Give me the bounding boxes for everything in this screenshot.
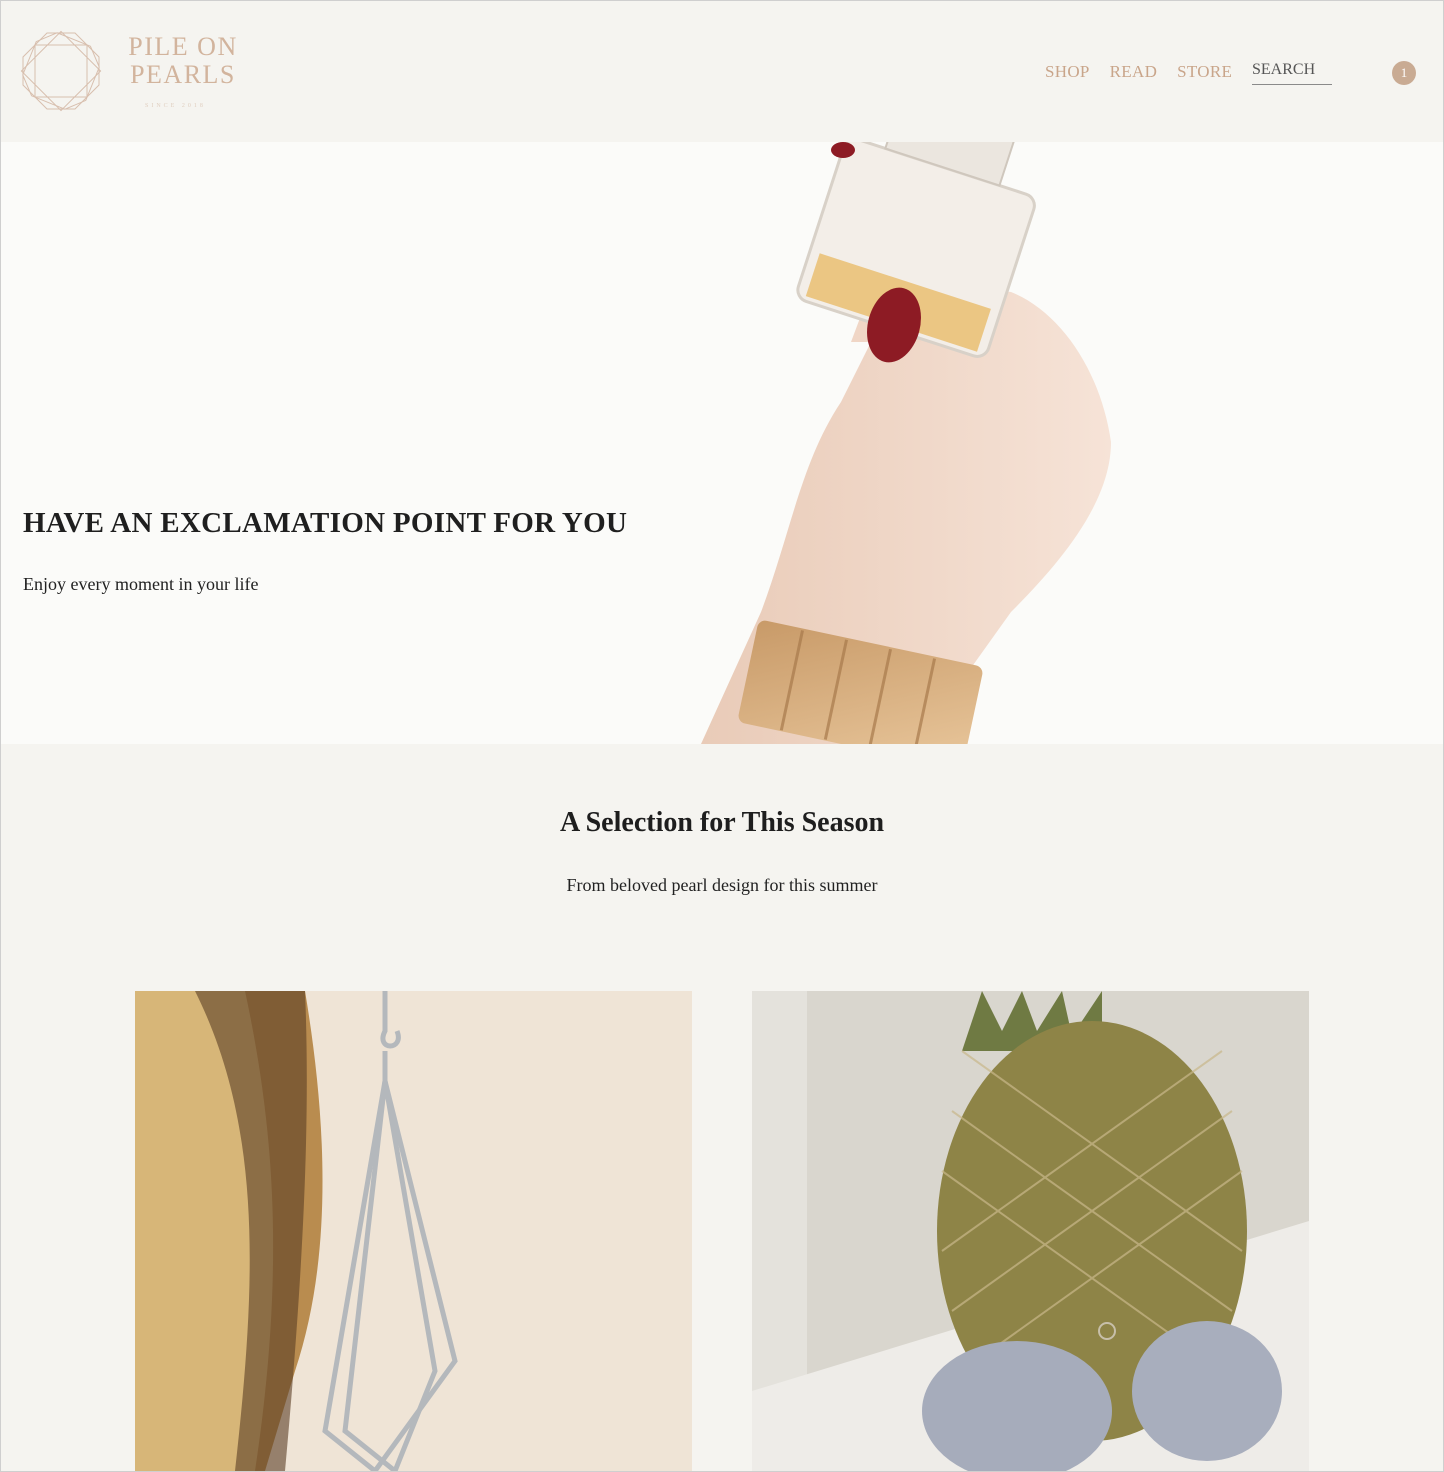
- nav-store[interactable]: STORE: [1177, 62, 1232, 82]
- hero-title: HAVE AN EXCLAMATION POINT FOR YOU: [23, 507, 628, 539]
- product-card-pineapple[interactable]: [752, 991, 1309, 1471]
- brand-logo[interactable]: PILE ON PEARLS SINCE 2018: [19, 25, 259, 117]
- brand-line-1: PILE ON: [128, 32, 238, 61]
- hero-banner: HAVE AN EXCLAMATION POINT FOR YOU Enjoy …: [1, 142, 1443, 744]
- section-subtitle: From beloved pearl design for this summe…: [566, 875, 878, 895]
- site-header: PILE ON PEARLS SINCE 2018 SHOP READ STOR…: [1, 1, 1443, 142]
- nav-read[interactable]: READ: [1110, 62, 1157, 82]
- main-nav: SHOP READ STORE: [1045, 62, 1232, 82]
- brand-tagline: SINCE 2018: [145, 103, 206, 109]
- pineapple-image: [752, 991, 1309, 1471]
- cart-badge[interactable]: 1: [1392, 61, 1416, 85]
- section-title: A Selection for This Season: [559, 807, 885, 838]
- nav-shop[interactable]: SHOP: [1045, 62, 1090, 82]
- search-box: [1252, 61, 1332, 85]
- logo-octagon-icon: [20, 30, 102, 112]
- hero-subtitle: Enjoy every moment in your life: [23, 574, 259, 594]
- brand-name: PILE ON PEARLS: [121, 33, 245, 89]
- brand-line-2: PEARLS: [130, 60, 236, 89]
- hero-image: [1, 142, 1443, 744]
- search-input[interactable]: [1252, 61, 1332, 79]
- earring-image: [135, 991, 692, 1471]
- product-card-earring[interactable]: [135, 991, 692, 1471]
